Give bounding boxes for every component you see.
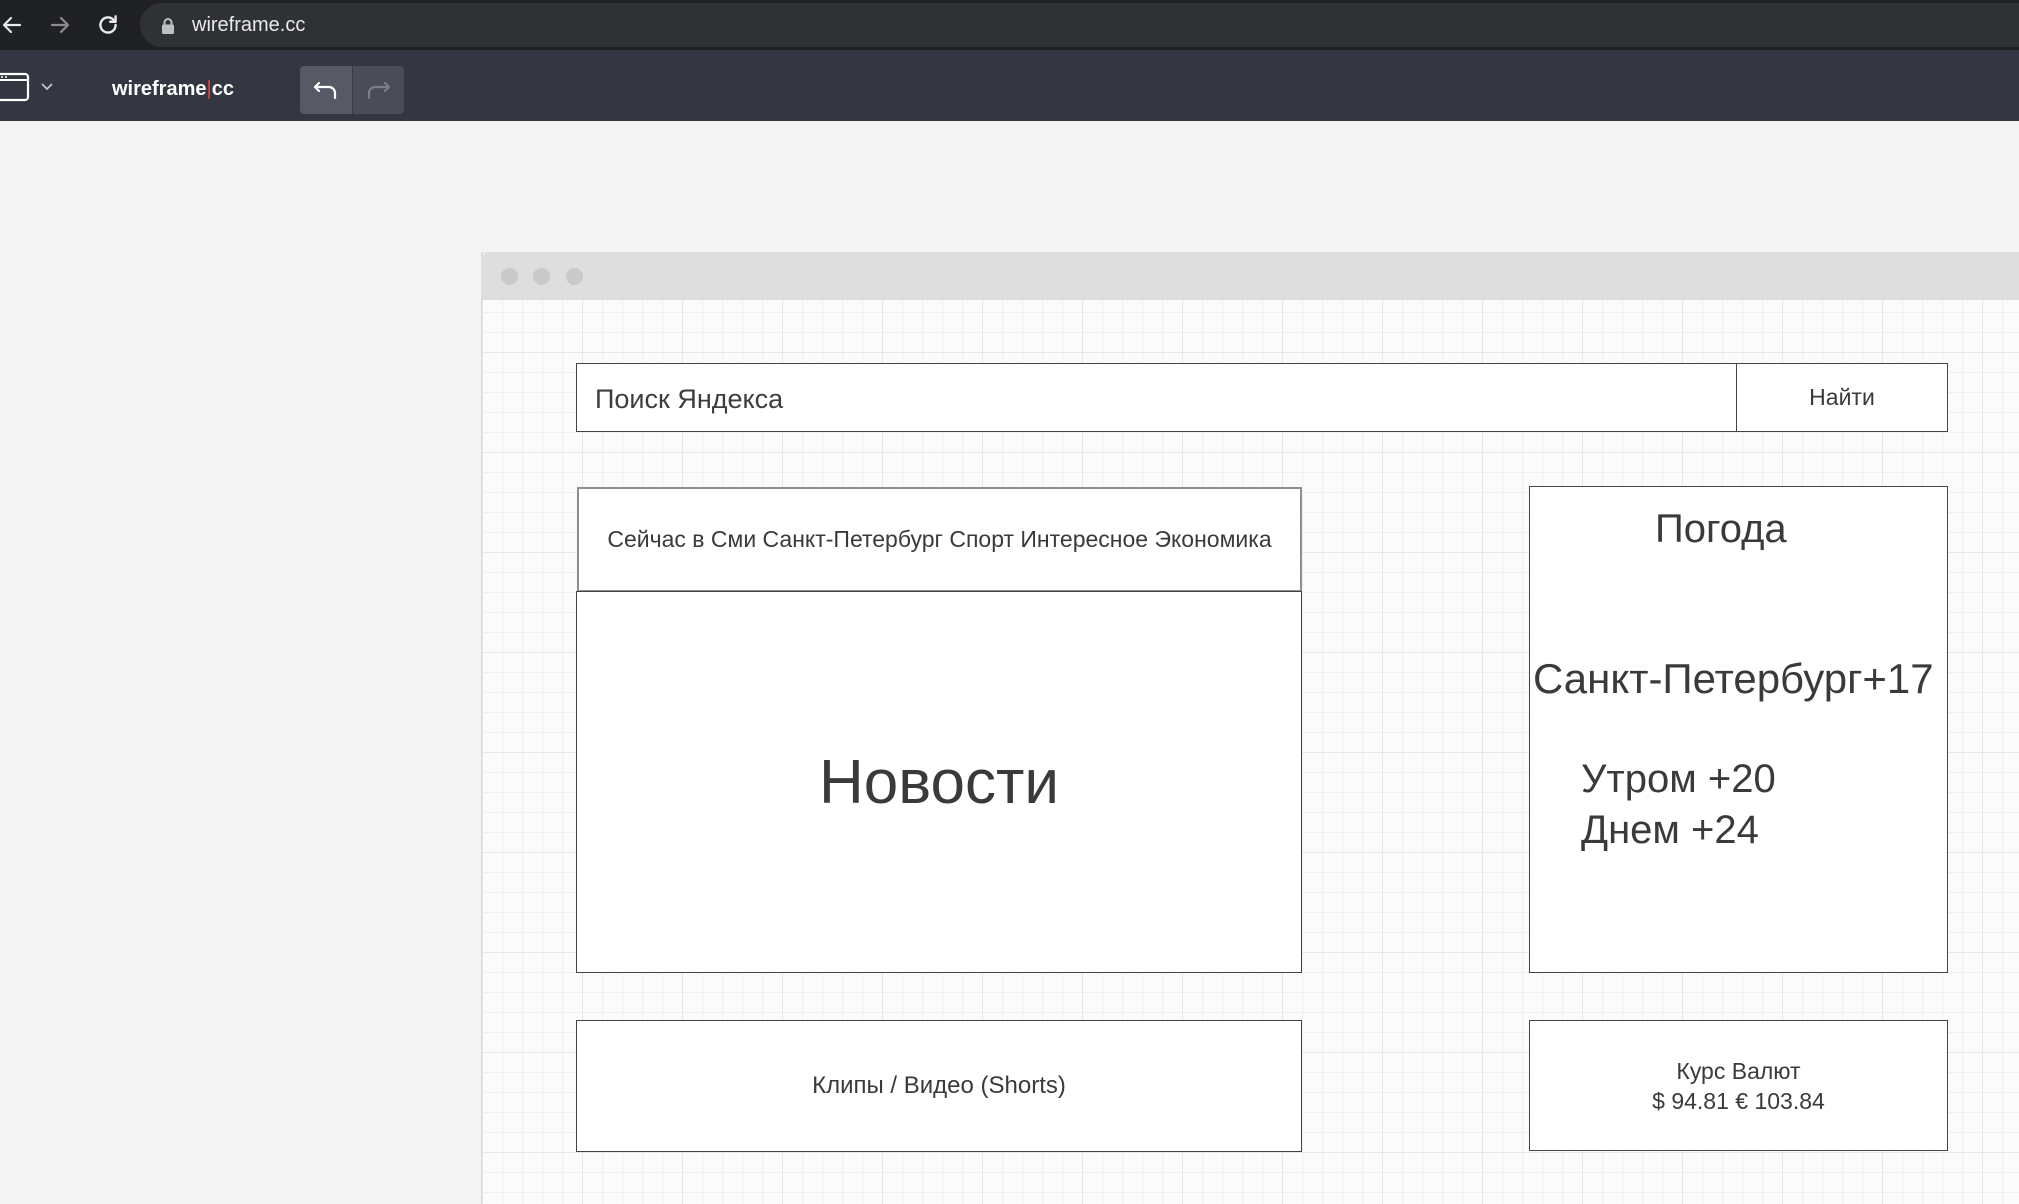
window-dot-icon xyxy=(533,268,550,285)
weather-city: Санкт-Петербург+17 xyxy=(1533,655,1934,702)
arrow-right-icon xyxy=(50,16,70,34)
news-panel[interactable]: Новости xyxy=(576,591,1302,973)
weather-morning: Утром +20 xyxy=(1581,757,1776,801)
reload-icon xyxy=(99,15,117,34)
undo-button[interactable] xyxy=(300,66,352,114)
window-dot-icon xyxy=(501,268,518,285)
redo-icon xyxy=(368,81,391,100)
back-button[interactable] xyxy=(0,7,30,43)
currency-rates: $ 94.81 € 103.84 xyxy=(1652,1087,1825,1114)
search-input[interactable]: Поиск Яндекса xyxy=(576,363,1738,432)
undo-redo-group xyxy=(300,66,404,114)
url-text: wireframe.cc xyxy=(192,14,306,36)
browser-frame-icon[interactable] xyxy=(0,72,30,102)
wireframe-window-titlebar xyxy=(481,252,2019,300)
redo-button[interactable] xyxy=(351,66,404,114)
logo-suffix: cc xyxy=(211,78,234,100)
app-logo: wireframe|cc xyxy=(112,78,234,101)
arrow-left-icon xyxy=(2,16,22,34)
news-tabs[interactable]: Сейчас в Сми Санкт-Петербург Спорт Интер… xyxy=(577,487,1302,592)
lock-icon xyxy=(162,18,174,34)
clips-panel[interactable]: Клипы / Видео (Shorts) xyxy=(576,1020,1302,1152)
search-button[interactable]: Найти xyxy=(1736,363,1948,432)
browser-toolbar: wireframe.cc xyxy=(0,0,2019,50)
logo-text: wireframe xyxy=(112,78,207,100)
weather-day: Днем +24 xyxy=(1581,808,1759,852)
currency-panel[interactable]: Курс Валют $ 94.81 € 103.84 xyxy=(1529,1020,1948,1151)
app-toolbar: wireframe|cc xyxy=(0,50,2019,121)
window-dot-icon xyxy=(566,268,583,285)
currency-title: Курс Валют xyxy=(1676,1057,1801,1084)
weather-title: Погода xyxy=(1655,507,1787,551)
weather-panel[interactable]: Погода Санкт-Петербург+17 Утром +20 Днем… xyxy=(1529,486,1948,973)
undo-icon xyxy=(313,81,336,100)
chevron-down-icon[interactable] xyxy=(40,82,54,92)
reload-button[interactable] xyxy=(90,7,126,43)
search-placeholder: Поиск Яндекса xyxy=(595,384,784,414)
address-bar[interactable]: wireframe.cc xyxy=(140,3,2019,47)
forward-button[interactable] xyxy=(42,7,78,43)
